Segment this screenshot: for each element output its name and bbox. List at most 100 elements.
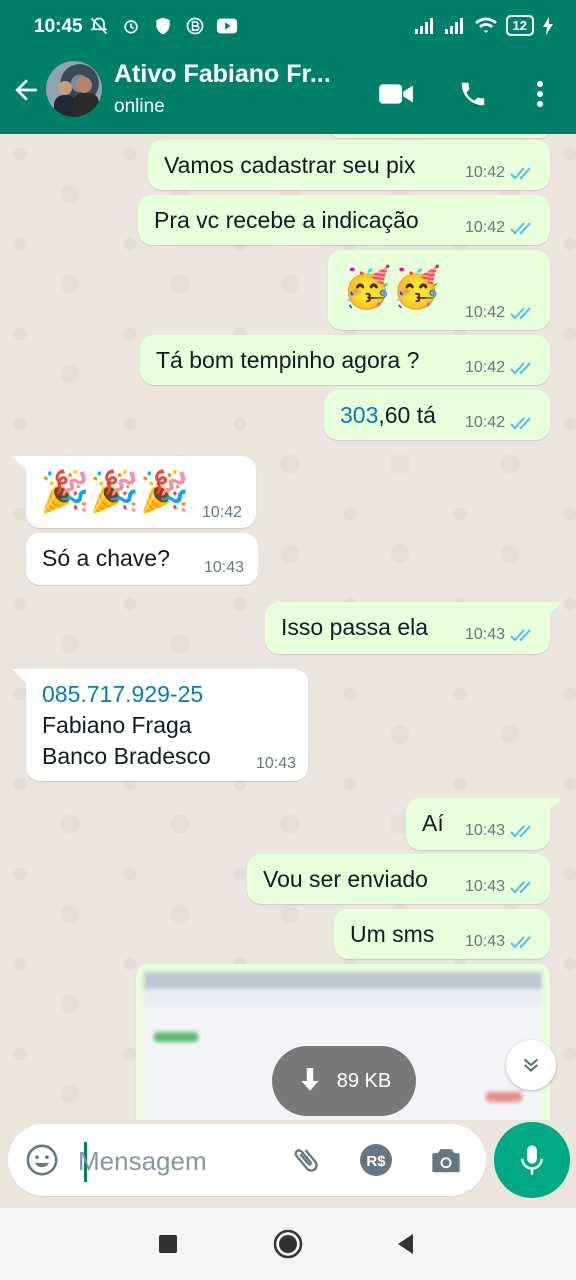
download-size: 89 KB [336,1069,392,1092]
read-ticks-icon [510,307,531,320]
message-link[interactable]: 303 [340,402,378,428]
back-arrow-icon[interactable] [10,74,42,106]
message-time: 10:42 [201,504,242,521]
message-text: Só a chave? [42,545,170,571]
message-bubble-out[interactable]: Um sms 10:43 [334,909,550,959]
message-text: Tá bom tempinho agora ? [156,347,420,373]
mic-icon [521,1145,543,1175]
chat-area[interactable]: Vamos cadastrar seu pix 10:42 Pra vc rec… [0,134,576,1120]
message-emoji: 🥳🥳 [342,266,442,310]
message-input[interactable]: Mensagem [78,1146,207,1177]
video-call-icon[interactable] [378,76,414,112]
message-link[interactable]: 085.717.929-25 [42,681,203,708]
message-meta: 10:42 [202,504,242,522]
youtube-icon [216,15,238,37]
avatar[interactable] [46,61,102,117]
message-emoji: 🎉🎉🎉 [40,470,190,514]
message-meta: 10:43 [465,933,538,951]
message-time: 10:42 [464,304,505,321]
message-meta: 10:42 [465,164,538,182]
b-app-icon [184,15,206,37]
read-ticks-icon [510,629,531,642]
signal-icon [414,17,433,34]
more-options-icon[interactable] [522,76,558,112]
message-text: Isso passa ela [281,614,429,640]
muted-notification-icon [88,15,110,37]
read-ticks-icon [510,881,531,894]
mic-button[interactable] [494,1122,570,1198]
read-ticks-icon [510,825,531,838]
message-time: 10:42 [464,219,505,236]
message-time: 10:43 [464,878,505,895]
message-time: 10:43 [203,559,244,576]
message-time: 10:43 [255,755,296,772]
status-time: 10:45 [34,16,83,37]
message-text: Banco Bradesco [42,743,211,769]
message-time: 10:43 [464,933,505,950]
message-bubble-out[interactable]: 🥳🥳 10:42 [328,250,550,330]
message-composer: Mensagem R$ [0,1120,576,1208]
message-input-box[interactable]: Mensagem R$ [8,1124,486,1196]
message-time: 10:42 [464,414,505,431]
message-time: 10:43 [464,626,505,643]
bubble-tail [12,456,26,470]
message-bubble-out[interactable]: Tá bom tempinho agora ? 10:42 [140,335,550,385]
camera-icon[interactable] [428,1142,464,1178]
voice-call-icon[interactable] [455,76,491,112]
bubble-tail [548,798,562,812]
contact-name[interactable]: Ativo Fabiano Fr... [114,60,331,89]
download-button[interactable]: 89 KB [272,1046,416,1116]
message-bubble-out[interactable]: Aí 10:43 [406,798,550,850]
message-text: 303,60 tá [340,402,436,428]
attach-icon[interactable] [288,1142,324,1178]
scroll-down-icon[interactable] [506,1040,556,1090]
message-text: Um sms [350,921,435,947]
charging-icon [543,16,553,35]
message-bubble-out[interactable]: Isso passa ela 10:43 [265,602,550,654]
signal-2-icon [444,17,463,34]
message-meta: 10:43 [465,626,538,644]
bubble-tail [548,602,562,616]
nav-recents-icon[interactable] [150,1226,186,1262]
chat-header: Ativo Fabiano Fr... online [0,56,576,134]
status-notification-icons [88,15,238,37]
svg-text:R$: R$ [366,1153,386,1170]
message-meta: 10:43 [465,822,538,840]
message-time: 10:42 [464,359,505,376]
message-bubble-out[interactable]: Vamos cadastrar seu pix 10:42 [148,140,550,190]
download-icon [301,1068,319,1091]
read-ticks-icon [510,167,531,180]
contact-status: online [114,96,165,117]
message-time: 10:42 [464,164,505,181]
status-bar: 10:45 12 [0,0,576,56]
status-system-icons: 12 [414,15,554,36]
nav-home-icon[interactable] [270,1226,306,1262]
message-meta: 10:43 [256,755,296,773]
emoji-icon[interactable] [24,1142,60,1178]
message-bubble-partial [330,134,550,138]
message-meta: 10:42 [465,304,538,322]
message-text: Vamos cadastrar seu pix [164,152,416,178]
nav-back-icon[interactable] [388,1226,424,1262]
message-bubble-out[interactable]: Pra vc recebe a indicação 10:42 [138,195,550,245]
message-bubble-out[interactable]: 303,60 tá 10:42 [324,390,550,440]
alarm-icon [120,15,142,37]
message-text: Fabiano Fraga [42,712,192,738]
message-bubble-in[interactable]: Só a chave? 10:43 [26,533,258,585]
message-meta: 10:43 [465,878,538,896]
payment-icon[interactable]: R$ [358,1142,394,1178]
message-meta: 10:42 [465,359,538,377]
shield-icon [152,15,174,37]
read-ticks-icon [510,936,531,949]
bubble-tail [12,669,26,683]
message-bubble-out[interactable]: Vou ser enviado 10:43 [247,854,550,904]
message-text: Vou ser enviado [263,866,428,892]
read-ticks-icon [510,417,531,430]
message-bubble-in[interactable]: 085.717.929-25 Fabiano Fraga Banco Brade… [26,669,308,781]
message-text: Aí [422,810,444,836]
read-ticks-icon [510,362,531,375]
message-meta: 10:43 [204,559,244,577]
message-bubble-in[interactable]: 🎉🎉🎉 10:42 [26,456,256,528]
message-text: Pra vc recebe a indicação [154,207,419,233]
system-navigation-bar [0,1208,576,1280]
